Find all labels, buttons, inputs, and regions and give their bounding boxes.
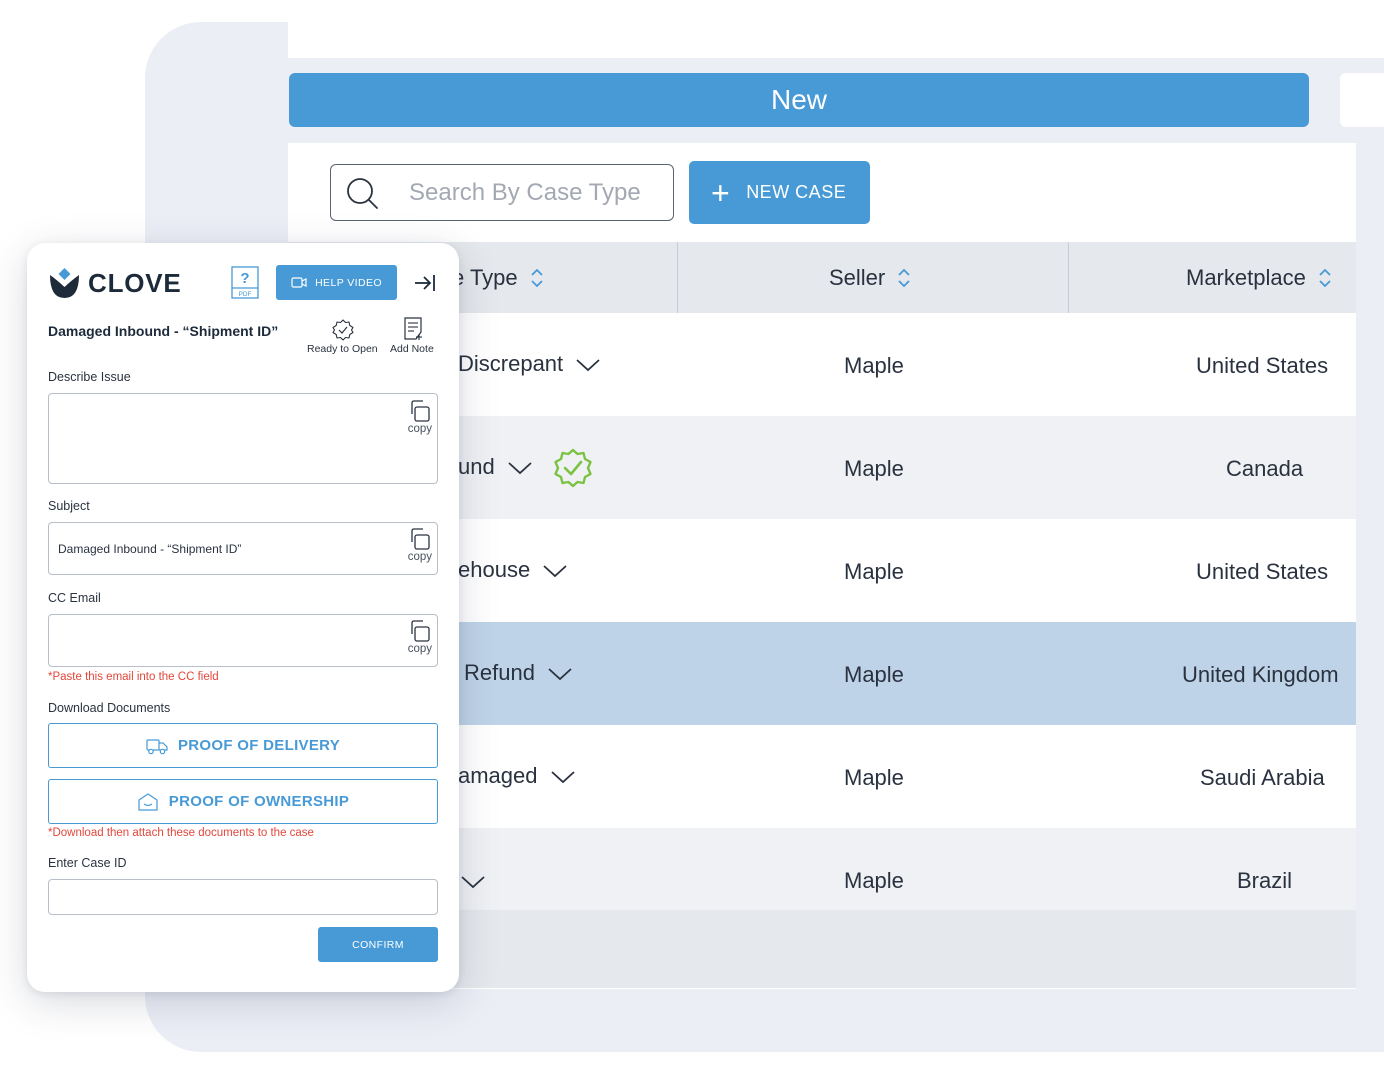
proof-of-delivery-label: PROOF OF DELIVERY: [177, 737, 341, 754]
copy-label: copy: [407, 643, 432, 655]
case-assistant-panel: CLOVE ? PDF HELP VIDEO Damaged Inbound -…: [27, 243, 459, 992]
case-type-text: Refund: [464, 660, 535, 685]
cc-email-label: CC Email: [48, 591, 101, 605]
case-type-cell[interactable]: Discrepant: [458, 351, 601, 377]
pdf-symbol: ?: [240, 270, 249, 287]
subject-label: Subject: [48, 499, 90, 513]
seller-cell: Maple: [844, 868, 904, 893]
add-note-icon[interactable]: [404, 317, 422, 341]
case-type-text: amaged: [458, 763, 538, 788]
help-video-button[interactable]: HELP VIDEO: [276, 265, 397, 300]
confirm-label: CONFIRM: [352, 938, 404, 951]
clove-logo-icon: [50, 268, 79, 298]
copy-label: copy: [407, 551, 432, 563]
case-title: Damaged Inbound - “Shipment ID”: [48, 323, 279, 339]
brand-logo: CLOVE: [48, 267, 182, 300]
case-id-input[interactable]: [48, 879, 438, 915]
sort-icon: [531, 268, 543, 287]
marketplace-cell: United States: [1196, 353, 1329, 378]
case-type-cell[interactable]: amaged: [458, 763, 576, 789]
pdf-label: PDF: [239, 291, 252, 298]
enter-case-id-label: Enter Case ID: [48, 856, 127, 870]
copy-label: copy: [407, 423, 432, 435]
chevron-down-icon[interactable]: [547, 666, 573, 682]
sort-icon: [898, 268, 910, 287]
marketplace-cell: Brazil: [1237, 868, 1293, 893]
pdf-help-icon[interactable]: ? PDF: [231, 266, 259, 299]
marketplace-cell: Saudi Arabia: [1200, 765, 1325, 790]
search-box[interactable]: [330, 164, 674, 221]
seller-cell: Maple: [844, 353, 904, 378]
new-case-button[interactable]: + NEW CASE: [689, 161, 870, 224]
search-icon: [347, 177, 378, 209]
seller-cell: Maple: [844, 765, 904, 790]
case-type-cell[interactable]: ehouse: [458, 557, 568, 583]
add-note-label: Add Note: [390, 343, 434, 355]
top-header-strip: [288, 22, 1384, 58]
copy-button[interactable]: copy: [408, 400, 432, 435]
copy-button[interactable]: copy: [408, 528, 432, 563]
column-divider: [1068, 242, 1069, 313]
cc-email-field[interactable]: copy: [48, 614, 438, 667]
brand-name: CLOVE: [88, 268, 182, 298]
case-type-text: ehouse: [458, 557, 531, 582]
verified-badge-icon: [554, 448, 592, 488]
seller-cell: Maple: [844, 559, 904, 584]
ready-to-open-icon[interactable]: [332, 319, 354, 341]
describe-issue-field[interactable]: copy: [48, 393, 438, 484]
delivery-truck-icon: [146, 738, 168, 754]
marketplace-cell: Canada: [1226, 456, 1304, 481]
column-divider: [677, 242, 678, 313]
download-hint: *Download then attach these documents to…: [48, 827, 314, 839]
app-screen: New + NEW CASE e Type Seller Marketplace…: [0, 0, 1384, 1074]
download-documents-label: Download Documents: [48, 701, 171, 715]
chevron-down-icon[interactable]: [575, 357, 601, 373]
case-type-cell[interactable]: und: [458, 454, 533, 480]
video-camera-icon: [291, 277, 307, 288]
column-header-marketplace-label: Marketplace: [1186, 264, 1306, 290]
case-type-text: und: [458, 454, 495, 479]
case-type-cell[interactable]: Refund: [464, 660, 573, 686]
ready-to-open-label: Ready to Open: [307, 343, 378, 355]
status-filter-next[interactable]: [1340, 73, 1384, 127]
proof-of-ownership-label: PROOF OF OWNERSHIP: [168, 793, 350, 810]
chevron-down-icon[interactable]: [460, 874, 486, 890]
seller-cell: Maple: [844, 662, 904, 687]
column-header-marketplace[interactable]: Marketplace: [1186, 242, 1332, 313]
sort-icon: [1319, 268, 1331, 287]
copy-icon: [411, 528, 430, 550]
copy-icon: [411, 400, 430, 422]
subject-field[interactable]: Damaged Inbound - “Shipment ID” copy: [48, 522, 438, 575]
seller-cell: Maple: [844, 456, 904, 481]
proof-of-ownership-button[interactable]: PROOF OF OWNERSHIP: [48, 779, 438, 824]
describe-issue-label: Describe Issue: [48, 370, 131, 384]
marketplace-cell: United Kingdom: [1182, 662, 1339, 687]
copy-button[interactable]: copy: [408, 620, 432, 655]
new-case-label: NEW CASE: [746, 182, 847, 202]
confirm-button[interactable]: CONFIRM: [318, 927, 438, 962]
plus-icon: +: [711, 174, 731, 211]
help-video-label: HELP VIDEO: [315, 276, 382, 289]
column-header-seller[interactable]: Seller: [829, 242, 911, 313]
case-type-text: Discrepant: [458, 351, 564, 376]
case-type-cell[interactable]: [460, 868, 486, 894]
column-header-seller-label: Seller: [829, 264, 886, 290]
chevron-down-icon[interactable]: [507, 460, 533, 476]
marketplace-cell: United States: [1196, 559, 1329, 584]
column-header-type-label: e Type: [452, 264, 518, 290]
cc-email-hint: *Paste this email into the CC field: [48, 671, 219, 683]
collapse-panel-icon[interactable]: [413, 272, 437, 294]
search-input[interactable]: [409, 178, 669, 207]
column-header-type[interactable]: e Type: [452, 242, 544, 313]
subject-value: Damaged Inbound - “Shipment ID”: [58, 542, 242, 556]
chevron-down-icon[interactable]: [550, 769, 576, 785]
copy-icon: [411, 620, 430, 642]
house-icon: [138, 792, 158, 811]
chevron-down-icon[interactable]: [542, 563, 568, 579]
status-filter-new[interactable]: New: [289, 73, 1309, 127]
proof-of-delivery-button[interactable]: PROOF OF DELIVERY: [48, 723, 438, 768]
